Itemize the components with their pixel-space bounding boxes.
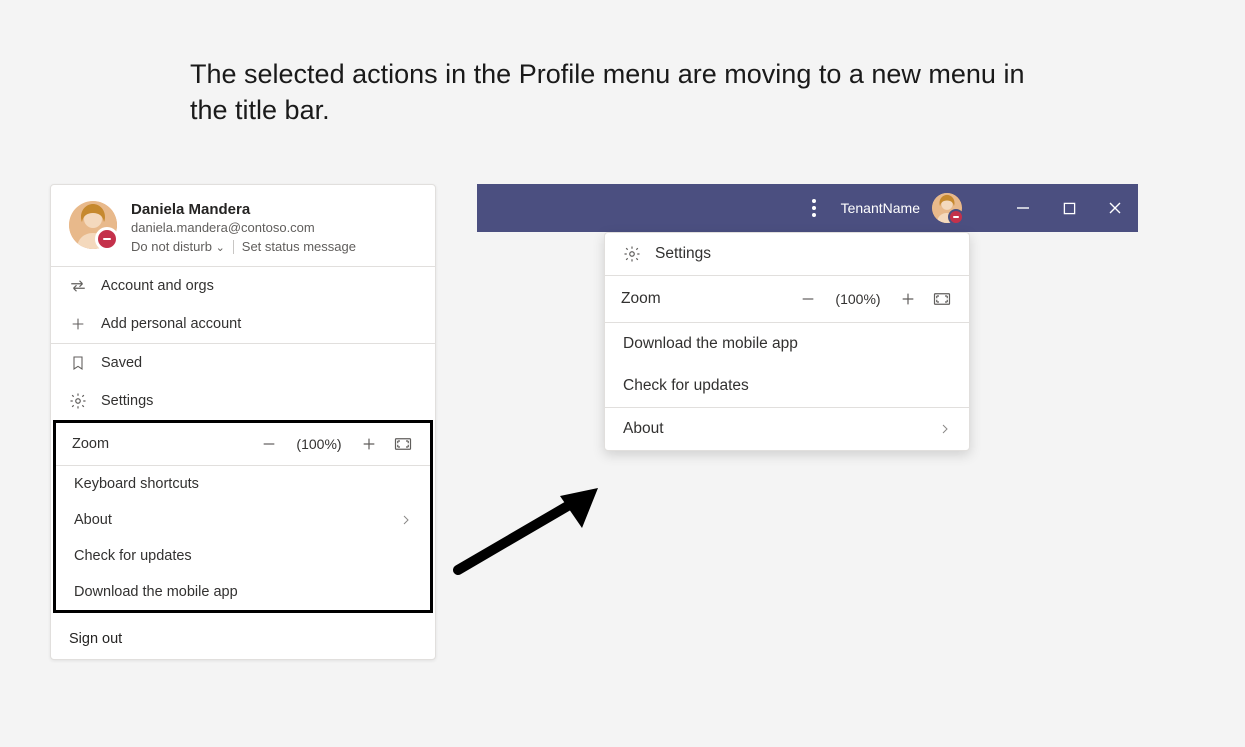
more-vertical-icon xyxy=(812,199,816,217)
minimize-button[interactable] xyxy=(1000,184,1046,232)
presence-badge-dnd xyxy=(95,227,119,251)
moving-actions-highlight: Zoom (100%) Keyboard shortcuts About xyxy=(53,420,433,613)
settings-item[interactable]: Settings xyxy=(51,382,435,420)
chevron-right-icon xyxy=(939,422,951,436)
set-status-message-link[interactable]: Set status message xyxy=(242,239,356,254)
account-and-orgs-item[interactable]: Account and orgs xyxy=(51,267,435,305)
avatar[interactable] xyxy=(69,201,117,249)
add-personal-account-item[interactable]: Add personal account xyxy=(51,305,435,343)
chevron-down-icon: ⌄ xyxy=(216,242,225,254)
zoom-row: Zoom (100%) xyxy=(56,423,430,465)
menu-item-label: About xyxy=(74,512,112,528)
close-button[interactable] xyxy=(1092,184,1138,232)
menu-item-label: About xyxy=(623,420,664,438)
gear-icon xyxy=(69,392,87,410)
about-item[interactable]: About xyxy=(605,408,969,450)
gear-icon xyxy=(623,245,641,263)
more-options-button[interactable] xyxy=(797,191,831,225)
menu-item-label: Check for updates xyxy=(623,377,749,395)
menu-item-label: Account and orgs xyxy=(101,278,214,294)
title-bar: TenantName xyxy=(477,184,1138,232)
saved-item[interactable]: Saved xyxy=(51,344,435,382)
transition-arrow xyxy=(448,480,608,580)
titlebar-menu-card: Settings Zoom (100%) Download the mobile… xyxy=(604,232,970,451)
about-item[interactable]: About xyxy=(56,502,430,538)
presence-status-dropdown[interactable]: Do not disturb ⌄ xyxy=(131,239,225,254)
sign-out-item[interactable]: Sign out xyxy=(51,619,435,659)
fullscreen-icon[interactable] xyxy=(392,433,414,455)
zoom-value: (100%) xyxy=(292,436,346,452)
check-for-updates-item[interactable]: Check for updates xyxy=(56,538,430,574)
zoom-in-button[interactable] xyxy=(358,433,380,455)
settings-item[interactable]: Settings xyxy=(605,233,969,275)
profile-menu-card: Daniela Mandera daniela.mandera@contoso.… xyxy=(50,184,436,660)
maximize-button[interactable] xyxy=(1046,184,1092,232)
zoom-out-button[interactable] xyxy=(797,288,819,310)
vertical-divider xyxy=(233,240,234,254)
tenant-name[interactable]: TenantName xyxy=(841,200,920,216)
menu-item-label: Settings xyxy=(101,393,153,409)
maximize-icon xyxy=(1063,202,1076,215)
close-icon xyxy=(1108,201,1122,215)
profile-email: daniela.mandera@contoso.com xyxy=(131,220,356,235)
bookmark-icon xyxy=(69,354,87,372)
download-mobile-app-item[interactable]: Download the mobile app xyxy=(605,323,969,365)
menu-item-label: Download the mobile app xyxy=(623,335,798,353)
zoom-label: Zoom xyxy=(621,290,661,308)
profile-header: Daniela Mandera daniela.mandera@contoso.… xyxy=(51,185,435,266)
zoom-value: (100%) xyxy=(831,291,885,307)
presence-badge-dnd xyxy=(948,209,964,225)
keyboard-shortcuts-item[interactable]: Keyboard shortcuts xyxy=(56,466,430,502)
swap-arrows-icon xyxy=(69,277,87,295)
profile-name: Daniela Mandera xyxy=(131,201,356,218)
menu-item-label: Keyboard shortcuts xyxy=(74,476,199,492)
fullscreen-icon[interactable] xyxy=(931,288,953,310)
zoom-out-button[interactable] xyxy=(258,433,280,455)
minimize-icon xyxy=(1016,201,1030,215)
check-for-updates-item[interactable]: Check for updates xyxy=(605,365,969,407)
plus-icon xyxy=(69,315,87,333)
zoom-row: Zoom (100%) xyxy=(605,276,969,322)
caption-text: The selected actions in the Profile menu… xyxy=(190,56,1060,129)
menu-item-label: Add personal account xyxy=(101,316,241,332)
menu-item-label: Saved xyxy=(101,355,142,371)
zoom-in-button[interactable] xyxy=(897,288,919,310)
download-mobile-app-item[interactable]: Download the mobile app xyxy=(56,574,430,610)
menu-item-label: Check for updates xyxy=(74,548,192,564)
zoom-label: Zoom xyxy=(72,436,109,452)
chevron-right-icon xyxy=(400,513,412,527)
menu-item-label: Download the mobile app xyxy=(74,584,238,600)
titlebar-avatar[interactable] xyxy=(932,193,962,223)
menu-item-label: Settings xyxy=(655,245,711,263)
